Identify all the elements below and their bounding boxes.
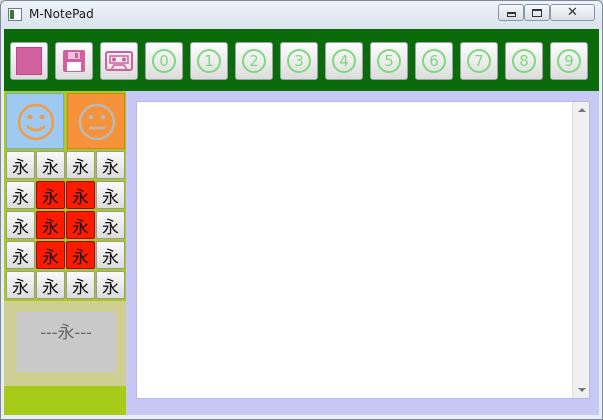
- number-6-icon: 6: [422, 49, 446, 73]
- app-icon: [8, 8, 22, 21]
- glyph-style-button-r4c1[interactable]: 永: [6, 241, 35, 269]
- maximize-icon: [532, 8, 542, 17]
- number-5-icon: 5: [377, 49, 401, 73]
- number-0-icon: 0: [152, 49, 176, 73]
- vertical-scrollbar[interactable]: [572, 102, 589, 398]
- glyph-style-button-r4c2[interactable]: 永: [36, 241, 65, 269]
- number-7-icon: 7: [467, 49, 491, 73]
- close-icon: ✕: [567, 5, 578, 20]
- happy-face-icon: [17, 103, 55, 141]
- minimize-icon: [506, 12, 516, 17]
- save-button[interactable]: [55, 42, 93, 80]
- number-2-button[interactable]: 2: [235, 42, 273, 80]
- number-3-button[interactable]: 3: [280, 42, 318, 80]
- number-7-button[interactable]: 7: [460, 42, 498, 80]
- scroll-up-icon[interactable]: [578, 108, 586, 112]
- number-8-icon: 8: [512, 49, 536, 73]
- number-9-button[interactable]: 9: [550, 42, 588, 80]
- preview-area: ---永---: [4, 301, 126, 386]
- glyph-style-button-r1c4[interactable]: 永: [96, 151, 125, 179]
- neutral-face-icon: [78, 103, 116, 141]
- glyph-style-button-r4c3[interactable]: 永: [66, 241, 95, 269]
- glyph-style-button-r2c3[interactable]: 永: [66, 181, 95, 209]
- glyph-style-button-r1c3[interactable]: 永: [66, 151, 95, 179]
- glyph-style-button-r5c4[interactable]: 永: [96, 271, 125, 299]
- glyph-style-button-r3c4[interactable]: 永: [96, 211, 125, 239]
- glyph-style-button-r2c4[interactable]: 永: [96, 181, 125, 209]
- neutral-mood-button[interactable]: [67, 93, 125, 149]
- number-0-button[interactable]: 0: [145, 42, 183, 80]
- number-6-button[interactable]: 6: [415, 42, 453, 80]
- number-4-icon: 4: [332, 49, 356, 73]
- number-2-icon: 2: [242, 49, 266, 73]
- happy-mood-button[interactable]: [6, 93, 64, 149]
- glyph-preview-box: ---永---: [16, 312, 116, 372]
- number-5-button[interactable]: 5: [370, 42, 408, 80]
- number-4-button[interactable]: 4: [325, 42, 363, 80]
- number-9-icon: 9: [557, 49, 581, 73]
- glyph-style-button-r3c1[interactable]: 永: [6, 211, 35, 239]
- maximize-button[interactable]: [524, 4, 550, 21]
- glyph-preview-text: ---永---: [40, 323, 92, 343]
- glyph-style-button-r5c1[interactable]: 永: [6, 271, 35, 299]
- floppy-disk-icon: [63, 50, 85, 72]
- app-window: M-NotePad ✕ 0 1 2 3 4 5 6 7 8 9 永 永 永 永 …: [0, 0, 603, 420]
- glyph-style-button-r5c2[interactable]: 永: [36, 271, 65, 299]
- glyph-style-button-r2c2[interactable]: 永: [36, 181, 65, 209]
- color-swatch-icon: [16, 47, 42, 75]
- number-1-icon: 1: [197, 49, 221, 73]
- glyph-style-button-r1c2[interactable]: 永: [36, 151, 65, 179]
- left-panel: 永永永永永永永永永永永永永永永永永永永永 ---永---: [4, 91, 126, 415]
- glyph-style-button-r2c1[interactable]: 永: [6, 181, 35, 209]
- glyph-style-button-r5c3[interactable]: 永: [66, 271, 95, 299]
- glyph-style-button-r3c2[interactable]: 永: [36, 211, 65, 239]
- minimize-button[interactable]: [498, 4, 524, 21]
- editor-frame: [126, 91, 599, 415]
- scroll-down-icon[interactable]: [578, 388, 586, 392]
- color-swatch-button[interactable]: [10, 42, 48, 80]
- cassette-button[interactable]: [100, 42, 138, 80]
- text-editor[interactable]: [136, 101, 590, 399]
- close-button[interactable]: ✕: [550, 4, 595, 21]
- client-area: 0123456789 永永永永永永永永永永永永永永永永永永永永 ---永---: [4, 29, 599, 415]
- cassette-icon: [105, 51, 133, 71]
- glyph-style-button-r4c4[interactable]: 永: [96, 241, 125, 269]
- number-3-icon: 3: [287, 49, 311, 73]
- window-title: M-NotePad: [29, 7, 94, 21]
- title-bar[interactable]: M-NotePad ✕: [1, 1, 602, 29]
- glyph-style-button-r3c3[interactable]: 永: [66, 211, 95, 239]
- glyph-style-button-r1c1[interactable]: 永: [6, 151, 35, 179]
- number-1-button[interactable]: 1: [190, 42, 228, 80]
- toolbar: 0123456789: [4, 29, 599, 91]
- number-8-button[interactable]: 8: [505, 42, 543, 80]
